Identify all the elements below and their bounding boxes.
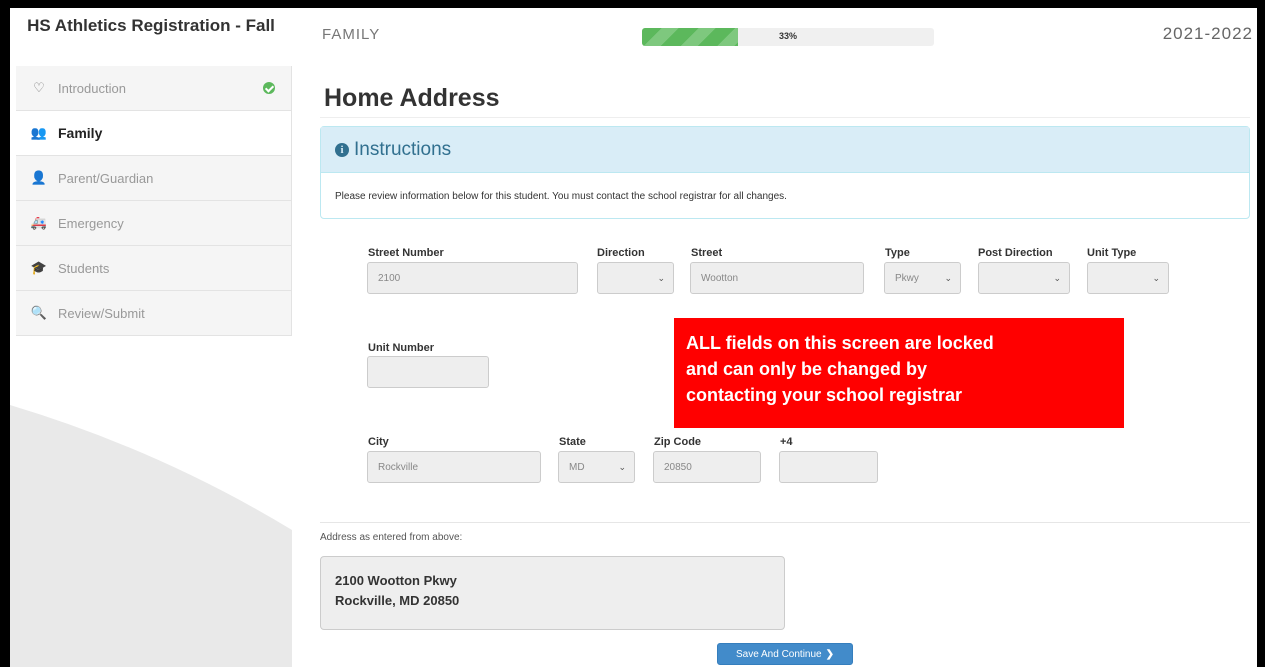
ambulance-icon: 🚑 (30, 215, 48, 230)
instructions-title: Instructions (354, 138, 452, 160)
family-icon: 👥 (30, 125, 48, 140)
zip-code-field[interactable]: 20850 (653, 451, 761, 483)
address-preview: 2100 Wootton Pkwy Rockville, MD 20850 (320, 556, 785, 630)
post-direction-label: Post Direction (978, 247, 1053, 259)
city-label: City (368, 436, 389, 448)
state-label: State (559, 436, 586, 448)
zip-plus4-field[interactable] (779, 451, 878, 483)
check-circle-icon (263, 82, 275, 94)
type-value: Pkwy (895, 272, 919, 284)
state-select[interactable]: MD ⌄ (558, 451, 635, 483)
search-icon: 🔍 (30, 305, 48, 320)
sidebar-item-label: Review/Submit (58, 305, 145, 321)
chevron-down-icon: ⌄ (944, 272, 952, 283)
address-line: Rockville, MD 20850 (335, 593, 460, 608)
chevron-down-icon: ⌄ (657, 272, 665, 283)
page-title: Home Address (324, 84, 500, 112)
sidebar-item-label: Parent/Guardian (58, 170, 154, 186)
direction-select[interactable]: ⌄ (597, 262, 674, 294)
zip-code-label: Zip Code (654, 436, 702, 448)
street-number-value: 2100 (378, 272, 401, 284)
city-value: Rockville (378, 461, 419, 473)
sidebar-item-label: Students (58, 260, 110, 276)
sidebar-item-parent-guardian[interactable]: 👤 Parent/Guardian (16, 156, 292, 201)
city-field[interactable]: Rockville (367, 451, 541, 483)
zip-plus4-label: +4 (780, 436, 793, 448)
instructions-panel: i Instructions Please review information… (320, 126, 1250, 219)
instructions-text: Please review information below for this… (335, 191, 787, 202)
chevron-down-icon: ⌄ (1053, 272, 1061, 283)
street-value: Wootton (701, 272, 739, 284)
street-field[interactable]: Wootton (690, 262, 864, 294)
street-number-label: Street Number (368, 247, 444, 259)
unit-number-label: Unit Number (368, 342, 434, 354)
direction-label: Direction (597, 247, 645, 259)
sidebar: HS Athletics Registration - Fall ♡ Intro… (10, 8, 292, 667)
divider (320, 117, 1250, 118)
street-label: Street (691, 247, 723, 259)
screen-frame-top (0, 0, 1265, 8)
save-and-continue-button[interactable]: Save And Continue ❯ (717, 643, 853, 665)
state-value: MD (569, 461, 585, 473)
type-select[interactable]: Pkwy ⌄ (884, 262, 961, 294)
chevron-right-icon: ❯ (825, 648, 834, 660)
chevron-down-icon: ⌄ (1152, 272, 1160, 283)
sidebar-item-review-submit[interactable]: 🔍 Review/Submit (16, 291, 292, 336)
section-label: FAMILY (322, 26, 381, 43)
sidebar-nav: ♡ Introduction 👥 Family 👤 Parent/Guardia… (16, 66, 292, 336)
locked-fields-alert: ALL fields on this screen are locked and… (674, 318, 1124, 428)
sidebar-item-label: Family (58, 125, 103, 141)
sidebar-item-label: Emergency (58, 215, 124, 231)
info-icon: i (335, 142, 349, 157)
save-button-label: Save And Continue (735, 648, 822, 660)
lightbulb-icon: ♡ (33, 80, 45, 95)
address-line: 2100 Wootton Pkwy (335, 573, 457, 588)
progress-bar: 33% (642, 28, 934, 46)
sidebar-item-emergency[interactable]: 🚑 Emergency (16, 201, 292, 246)
user-icon: 👤 (30, 170, 48, 185)
type-label: Type (885, 247, 910, 259)
unit-type-label: Unit Type (1087, 247, 1137, 259)
sidebar-item-label: Introduction (58, 80, 126, 96)
address-caption: Address as entered from above: (320, 532, 463, 543)
zip-code-value: 20850 (664, 461, 692, 473)
divider (320, 522, 1250, 523)
unit-number-field[interactable] (367, 356, 489, 388)
screen-frame-right (1257, 0, 1265, 667)
alert-line: and can only be changed by (686, 359, 928, 379)
screen-frame-left (0, 0, 10, 667)
post-direction-select[interactable]: ⌄ (978, 262, 1070, 294)
chevron-down-icon: ⌄ (618, 461, 626, 472)
progress-text: 33% (778, 31, 797, 41)
graduation-cap-icon: 🎓 (30, 260, 48, 275)
sidebar-item-family[interactable]: 👥 Family (16, 111, 292, 156)
instructions-heading: i Instructions (321, 127, 1249, 173)
sidebar-item-students[interactable]: 🎓 Students (16, 246, 292, 291)
unit-type-select[interactable]: ⌄ (1087, 262, 1169, 294)
school-year: 2021-2022 (1162, 24, 1253, 43)
sidebar-item-introduction[interactable]: ♡ Introduction (16, 66, 292, 111)
street-number-field[interactable]: 2100 (367, 262, 578, 294)
alert-line: ALL fields on this screen are locked (686, 333, 994, 353)
alert-line: contacting your school registrar (686, 385, 963, 405)
sidebar-title: HS Athletics Registration - Fall (27, 16, 275, 35)
